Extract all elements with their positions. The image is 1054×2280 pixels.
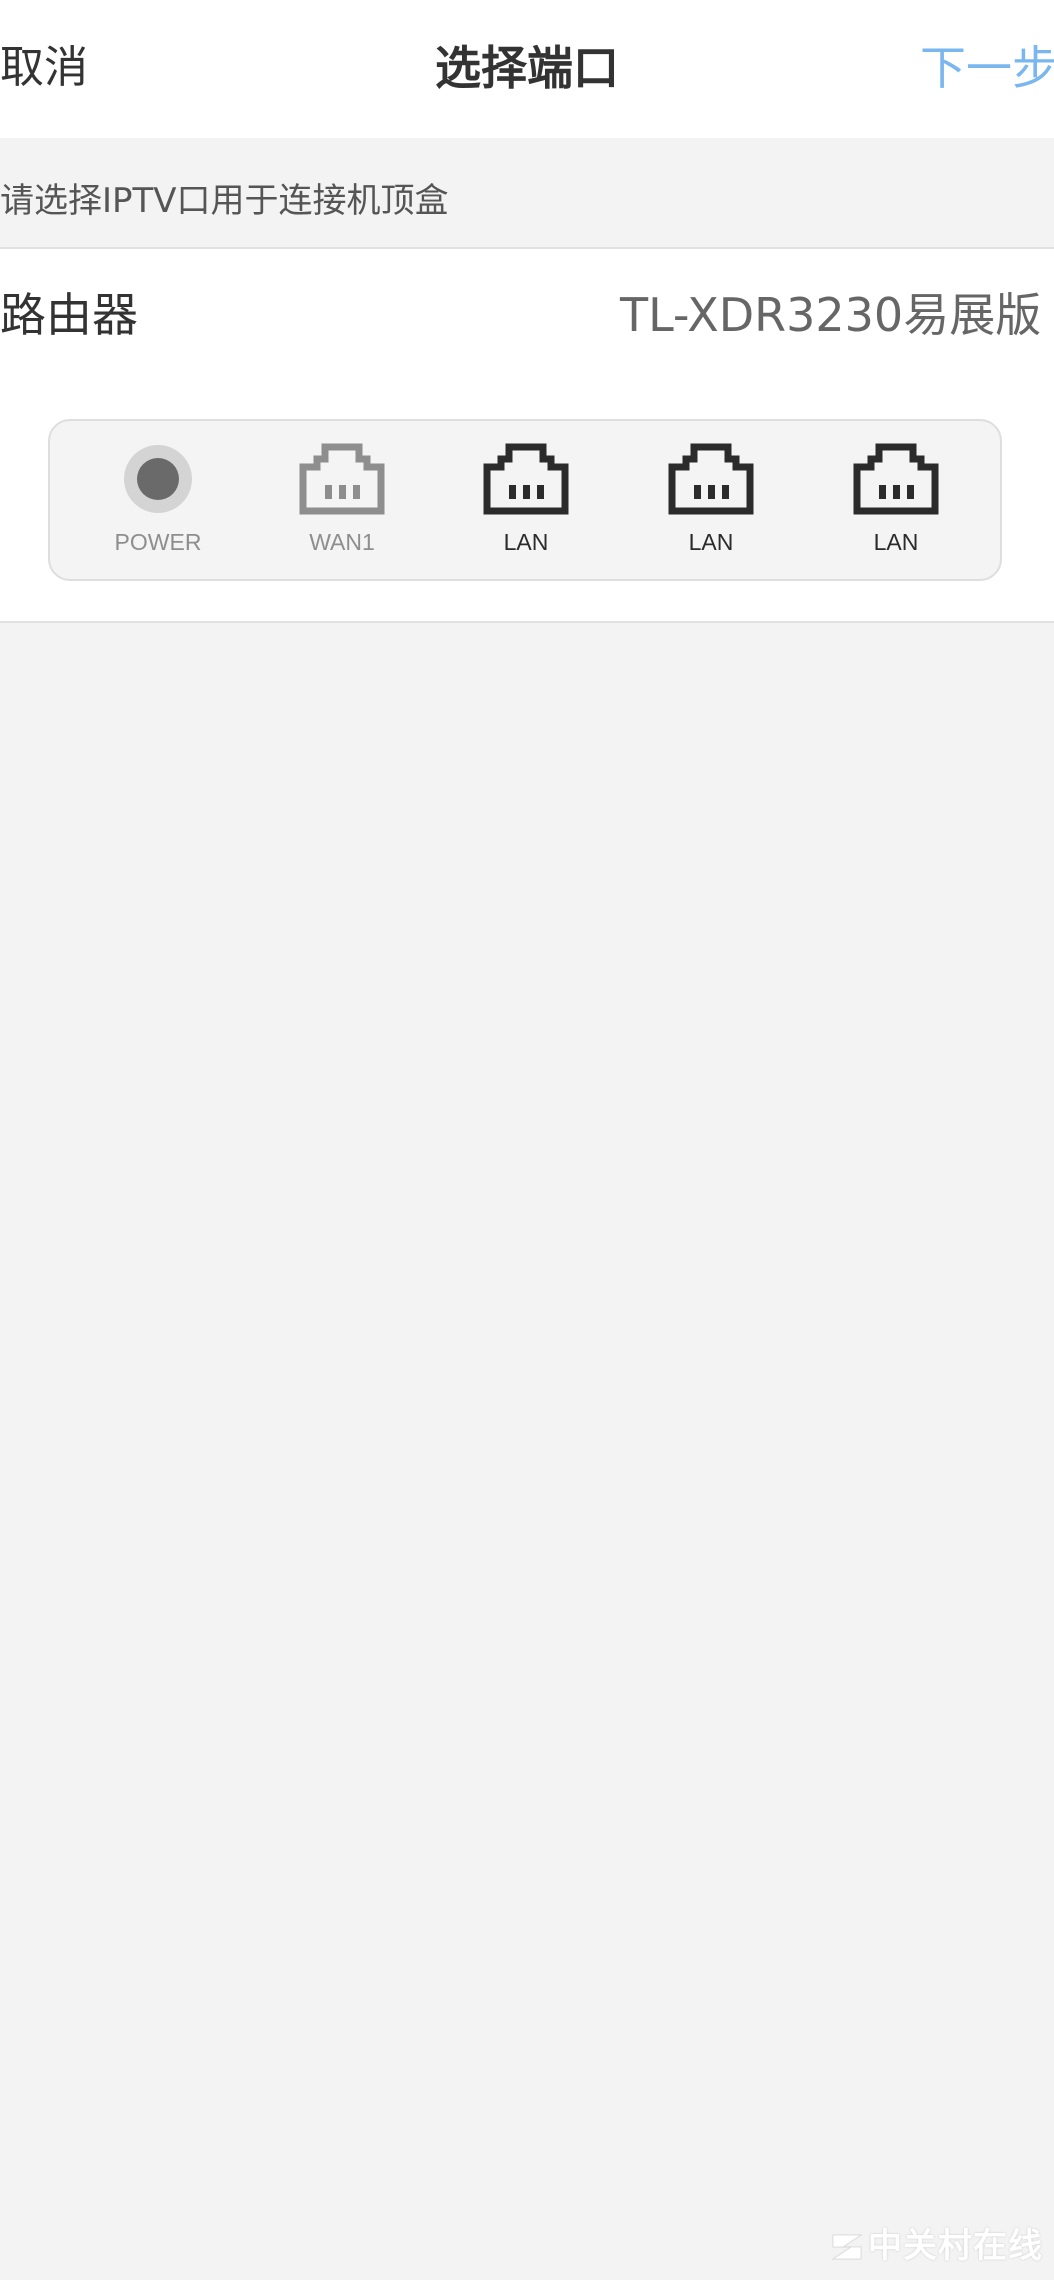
router-model: TL-XDR3230易展版: [620, 288, 1042, 342]
navigation-bar: 取消 选择端口 下一步: [0, 0, 1054, 138]
instruction-text: 请选择IPTV口用于连接机顶盒: [0, 181, 449, 221]
port-wan1: WAN1: [272, 421, 412, 583]
port-label-lan: LAN: [688, 529, 734, 555]
power-indicator-icon: [124, 445, 192, 513]
next-step-button[interactable]: 下一步: [920, 38, 1054, 98]
port-lan-3[interactable]: LAN: [826, 421, 966, 583]
ports-section: POWER WAN1 LAN LAN LAN: [0, 381, 1054, 623]
watermark: 中关村在线: [826, 2218, 1054, 2274]
ethernet-port-icon: [668, 443, 754, 515]
port-power: POWER: [88, 421, 228, 583]
watermark-text: 中关村在线: [868, 2226, 1043, 2266]
zol-logo-icon: [831, 2234, 863, 2260]
port-label-lan: LAN: [503, 529, 549, 555]
port-label-power: POWER: [114, 529, 202, 555]
port-label-lan: LAN: [873, 529, 919, 555]
ethernet-port-icon: [483, 443, 569, 515]
page-title: 选择端口: [435, 41, 619, 95]
port-panel: POWER WAN1 LAN LAN LAN: [48, 419, 1002, 581]
ethernet-port-icon: [853, 443, 939, 515]
router-info-row: 路由器 TL-XDR3230易展版: [0, 247, 1054, 383]
port-lan-2[interactable]: LAN: [641, 421, 781, 583]
port-label-wan1: WAN1: [309, 529, 375, 555]
ethernet-port-icon: [299, 443, 385, 515]
router-label: 路由器: [0, 288, 138, 342]
port-lan-1[interactable]: LAN: [456, 421, 596, 583]
